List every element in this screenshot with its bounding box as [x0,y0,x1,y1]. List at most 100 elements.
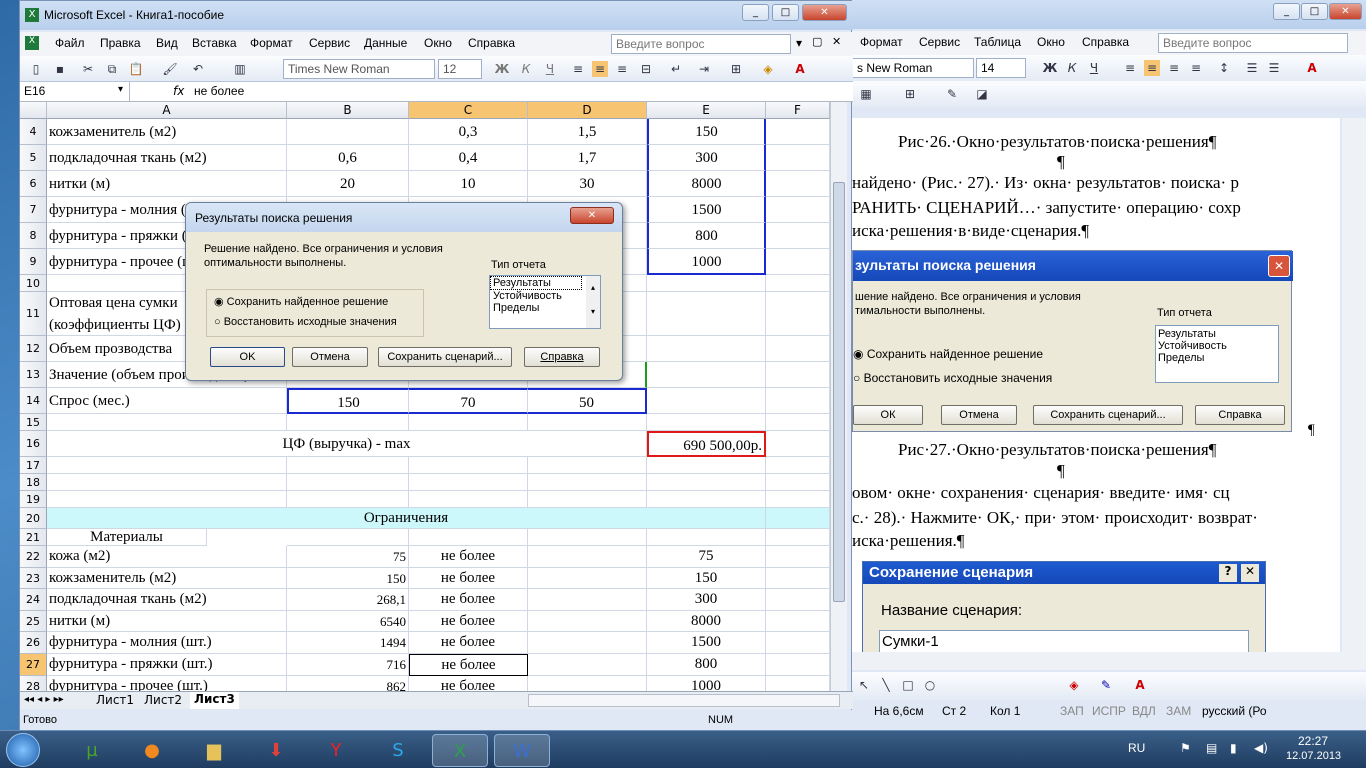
word-hscroll[interactable] [852,652,1366,670]
align-right-icon[interactable]: ≡ [1166,60,1182,76]
row-header[interactable]: 26 [20,632,47,654]
cell[interactable]: 1000 [647,675,766,691]
undo-icon[interactable]: ↶ [190,61,206,77]
cell[interactable] [528,675,647,691]
cell[interactable] [766,275,830,292]
bold-icon[interactable]: Ж [1042,60,1058,76]
ok-button[interactable]: OK [210,347,285,367]
cell[interactable]: 75 [287,546,409,568]
cell[interactable] [647,388,766,414]
cell[interactable] [47,457,287,474]
cell[interactable]: нитки (м) [47,171,287,197]
maximize-button[interactable]: □ [1301,3,1328,20]
cell[interactable]: не более [409,632,528,654]
volume-icon[interactable]: ◀) [1254,741,1268,755]
line-spacing-icon[interactable]: ↕ [1216,60,1232,76]
cell[interactable]: 1,7 [528,145,647,171]
cell[interactable]: ЦФ (выручка) - max [47,431,647,457]
cell[interactable] [766,610,830,633]
cell[interactable] [287,529,409,546]
report-sensitivity[interactable]: Устойчивость [490,290,600,302]
align-left-icon[interactable]: ≡ [570,61,586,77]
cell[interactable] [766,474,830,491]
fill-color-icon[interactable]: ◈ [760,61,776,77]
table-icon[interactable]: ▦ [858,86,874,102]
underline-icon[interactable]: Ч [542,61,558,77]
row-header[interactable]: 10 [20,275,47,292]
word-size-combo[interactable]: 14 [976,58,1026,78]
chevron-down-icon[interactable]: ▾ [118,84,123,95]
cell[interactable]: 70 [409,388,528,414]
folder-icon[interactable]: ▆ [186,734,242,767]
align-center-icon[interactable]: ≡ [1144,60,1160,76]
name-box[interactable]: E16 [20,82,130,101]
cell[interactable] [647,457,766,474]
cut-icon[interactable]: ✂ [80,61,96,77]
cell[interactable]: 8000 [647,171,766,197]
row-header[interactable]: 14 [20,388,47,414]
column-header[interactable]: B [287,102,409,119]
arrow-icon[interactable]: ↖ [856,677,872,693]
cell[interactable]: 75 [647,546,766,568]
restore-icon[interactable]: ▢ [812,35,822,48]
cell[interactable]: 300 [647,589,766,611]
row-header[interactable]: 21 [20,529,47,546]
cell[interactable]: 716 [287,654,409,676]
cell[interactable] [766,362,830,388]
excel-taskbar-icon[interactable]: X [432,734,488,767]
cell[interactable]: 1494 [287,632,409,654]
close-button[interactable]: ✕ [1329,3,1362,20]
cell[interactable]: 0,6 [287,145,409,171]
cell[interactable]: кожа (м2) [47,546,287,568]
report-type-list[interactable]: Результаты Устойчивость Пределы ▴ ▾ [489,275,601,329]
cell[interactable]: 800 [647,223,766,249]
excel-help-search[interactable]: Введите вопрос [611,34,791,54]
cell[interactable]: 1500 [647,197,766,223]
draw-icon[interactable]: ✎ [944,86,960,102]
cell[interactable] [287,474,409,491]
cell[interactable]: 50 [528,388,647,414]
align-center-icon[interactable]: ≡ [592,61,608,77]
menu-window[interactable]: Окно [424,36,452,50]
row-header[interactable]: 27 [20,654,47,676]
cell[interactable] [528,654,647,676]
cell[interactable] [528,529,647,546]
tab-sheet2[interactable]: Лист2 [144,693,182,707]
cell[interactable] [528,589,647,611]
cell[interactable]: 8000 [647,610,766,633]
word-vscroll[interactable] [1342,118,1366,652]
cell[interactable] [766,589,830,611]
cell[interactable] [528,546,647,568]
row-header[interactable]: 11 [20,292,47,336]
start-button[interactable] [6,733,40,767]
cell[interactable]: не более [409,546,528,568]
paste-icon[interactable]: 📋 [128,61,144,77]
excel-size-combo[interactable]: 12 [438,59,482,79]
cell[interactable] [766,567,830,590]
cell[interactable]: Материалы [47,529,207,546]
cell[interactable] [647,414,766,431]
cell[interactable]: не более [409,654,528,676]
network-icon[interactable]: ▤ [1206,741,1217,755]
language-indicator[interactable]: RU [1128,741,1145,755]
close-button[interactable]: ✕ [570,207,614,224]
cell[interactable]: 150 [287,567,409,590]
close-button[interactable]: ✕ [802,4,847,21]
merge-icon[interactable]: ⊟ [638,61,654,77]
cell[interactable]: 800 [647,654,766,676]
spreadsheet-grid[interactable]: A B C D E F 4 кожзаменитель (м2) 0,3 1,5 150 5 подкл… [20,102,830,691]
cell[interactable] [647,292,766,336]
row-header[interactable]: 4 [20,119,47,145]
bullets-icon[interactable]: ☰ [1266,60,1282,76]
doc-icon[interactable]: X [25,36,39,50]
cell[interactable] [528,610,647,633]
chevron-down-icon[interactable]: ▾ [796,36,802,50]
new-icon[interactable]: ▯ [28,61,44,77]
fx-icon[interactable]: fx [173,84,184,98]
cell[interactable] [766,508,830,529]
menu-window[interactable]: Окно [1037,35,1065,49]
insert-icon[interactable]: ⊞ [902,86,918,102]
cell[interactable] [647,336,766,362]
cell[interactable]: фурнитура - молния (шт.) [47,632,287,654]
menu-file[interactable]: Файл [55,36,85,50]
